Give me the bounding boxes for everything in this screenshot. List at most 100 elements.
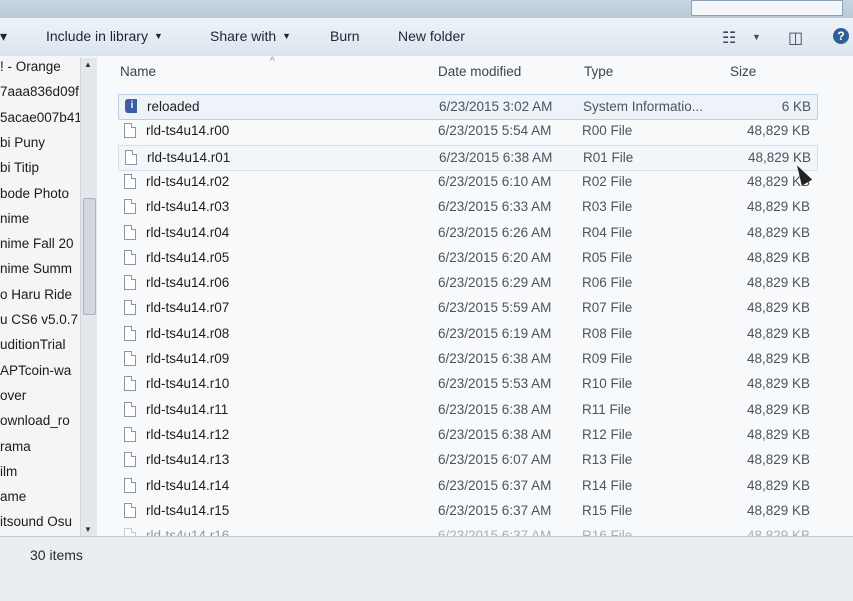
file-icon — [124, 426, 136, 442]
nav-expand-caret[interactable]: ▾ — [0, 28, 7, 45]
sidebar-item[interactable]: 7aaa836d09f — [0, 81, 79, 103]
file-name: rld-ts4u14.r16 — [146, 528, 230, 536]
file-type: R02 File — [582, 173, 633, 189]
sidebar-item[interactable]: ownload_ro — [0, 410, 70, 432]
sidebar-item[interactable]: bi Puny — [0, 132, 45, 154]
file-row[interactable]: rld-ts4u14.r02 6/23/2015 6:10 AM R02 File 4… — [118, 170, 816, 194]
sidebar-item[interactable]: 5acae007b41 — [0, 107, 82, 129]
file-row[interactable]: rld-ts4u14.r14 6/23/2015 6:37 AM R14 File 4… — [118, 474, 816, 498]
file-row[interactable]: rld-ts4u14.r07 6/23/2015 5:59 AM R07 File 4… — [118, 296, 816, 320]
sidebar-item[interactable]: ilm — [0, 461, 17, 483]
include-in-library-button[interactable]: Include in library ▼ — [46, 28, 163, 44]
file-icon — [124, 452, 136, 468]
file-date-modified: 6/23/2015 6:37 AM — [438, 502, 552, 518]
column-header-name[interactable]: Name — [120, 64, 156, 79]
scroll-thumb[interactable] — [83, 198, 96, 315]
file-icon — [124, 123, 136, 139]
sidebar-item[interactable]: u CS6 v5.0.7 — [0, 309, 78, 331]
file-name: rld-ts4u14.r15 — [146, 502, 230, 518]
file-name: rld-ts4u14.r04 — [146, 224, 230, 240]
file-size: 48,829 KB — [746, 325, 810, 341]
file-date-modified: 6/23/2015 6:19 AM — [438, 325, 552, 341]
file-date-modified: 6/23/2015 6:38 AM — [439, 149, 553, 165]
file-date-modified: 6/23/2015 6:38 AM — [438, 351, 552, 366]
file-row[interactable]: rld-ts4u14.r10 6/23/2015 5:53 AM R10 File 4… — [118, 372, 816, 396]
file-date-modified: 6/23/2015 3:02 AM — [439, 99, 553, 114]
file-type: R16 File — [582, 528, 633, 536]
file-size: 48,829 KB — [746, 224, 810, 240]
scroll-up-icon[interactable]: ▲ — [84, 60, 92, 69]
preview-pane-icon[interactable]: ◫ — [788, 28, 803, 48]
file-type: R06 File — [582, 275, 633, 291]
file-row[interactable]: rld-ts4u14.r03 6/23/2015 6:33 AM R03 File 4… — [118, 195, 816, 219]
title-bar — [0, 0, 853, 19]
file-date-modified: 6/23/2015 6:07 AM — [438, 452, 552, 468]
share-with-label: Share with — [210, 28, 277, 44]
file-row[interactable]: rld-ts4u14.r09 6/23/2015 6:38 AM R09 File 4… — [118, 347, 816, 371]
file-type: R11 File — [582, 401, 632, 417]
file-size: 48,829 KB — [746, 249, 810, 265]
sidebar-item[interactable]: o Haru Ride — [0, 284, 72, 306]
sidebar-item[interactable]: nime Summ — [0, 258, 72, 280]
sidebar-item[interactable]: itsound Osu — [0, 511, 72, 533]
sidebar-item[interactable]: uditionTrial — [0, 334, 66, 356]
sidebar-item[interactable]: APTcoin-wa — [0, 360, 71, 382]
file-row[interactable]: rld-ts4u14.r13 6/23/2015 6:07 AM R13 File 4… — [118, 448, 816, 472]
file-icon — [124, 300, 136, 316]
file-icon — [125, 149, 137, 165]
column-header-size[interactable]: Size — [730, 64, 756, 79]
file-icon — [124, 502, 136, 518]
file-row[interactable]: rld-ts4u14.r04 6/23/2015 6:26 AM R04 File 4… — [118, 221, 816, 245]
file-name: rld-ts4u14.r09 — [146, 351, 230, 366]
share-with-button[interactable]: Share with ▼ — [210, 28, 291, 44]
file-icon — [124, 401, 136, 417]
file-size: 48,829 KB — [746, 376, 810, 392]
file-size: 48,829 KB — [746, 300, 810, 316]
file-name: rld-ts4u14.r03 — [146, 199, 230, 215]
file-row[interactable]: rld-ts4u14.r12 6/23/2015 6:38 AM R12 File 4… — [118, 423, 816, 447]
file-date-modified: 6/23/2015 5:53 AM — [438, 376, 552, 392]
new-folder-button[interactable]: New folder — [398, 28, 465, 44]
file-type: R08 File — [582, 325, 633, 341]
file-row[interactable]: rld-ts4u14.r08 6/23/2015 6:19 AM R08 File 4… — [118, 322, 816, 346]
column-header-date[interactable]: Date modified — [438, 64, 521, 79]
help-icon[interactable]: ? — [833, 28, 849, 44]
file-row[interactable]: rld-ts4u14.r11 6/23/2015 6:38 AM R11 File 4… — [118, 398, 816, 422]
sidebar-item[interactable]: over — [0, 385, 26, 407]
file-row[interactable]: rld-ts4u14.r16 6/23/2015 6:37 AM R16 File 4… — [118, 524, 816, 536]
file-icon — [124, 173, 136, 189]
file-date-modified: 6/23/2015 5:54 AM — [438, 123, 552, 139]
file-row[interactable]: rld-ts4u14.r15 6/23/2015 6:37 AM R15 File 4… — [118, 499, 816, 523]
file-date-modified: 6/23/2015 6:37 AM — [438, 528, 552, 536]
file-date-modified: 6/23/2015 6:26 AM — [438, 224, 552, 240]
file-type: R07 File — [582, 300, 633, 316]
file-name: rld-ts4u14.r00 — [146, 123, 230, 139]
file-size: 48,829 KB — [746, 401, 810, 417]
sidebar-item[interactable]: bi Titip — [0, 157, 39, 179]
file-size: 48,829 KB — [746, 426, 810, 442]
file-row[interactable]: rld-ts4u14.r00 6/23/2015 5:54 AM R00 File 4… — [118, 119, 816, 143]
sidebar-item[interactable]: bode Photo — [0, 183, 69, 205]
file-row[interactable]: rld-ts4u14.r01 6/23/2015 6:38 AM R01 File 4… — [118, 144, 818, 171]
navigation-scrollbar[interactable]: ▲ ▼ — [80, 58, 97, 536]
chevron-down-icon[interactable]: ▼ — [752, 32, 761, 42]
sidebar-item[interactable]: ame — [0, 486, 26, 508]
column-header-type[interactable]: Type — [584, 64, 613, 79]
sidebar-item[interactable]: nime Fall 20 — [0, 233, 74, 255]
scroll-down-icon[interactable]: ▼ — [84, 525, 92, 534]
file-row[interactable]: rld-ts4u14.r05 6/23/2015 6:20 AM R05 File 4… — [118, 246, 816, 270]
file-type: R05 File — [582, 249, 633, 265]
file-type: R04 File — [582, 224, 633, 240]
search-box[interactable] — [691, 0, 843, 16]
sidebar-item[interactable]: rama — [0, 436, 31, 458]
file-type: R15 File — [582, 502, 633, 518]
view-options-icon[interactable]: ☷ — [722, 28, 736, 48]
file-date-modified: 6/23/2015 6:29 AM — [438, 275, 552, 291]
sidebar-item[interactable]: ! - Orange — [0, 56, 61, 78]
file-row[interactable]: rld-ts4u14.r06 6/23/2015 6:29 AM R06 File 4… — [118, 271, 816, 295]
burn-button[interactable]: Burn — [330, 28, 360, 44]
sidebar-item[interactable]: nime — [0, 208, 29, 230]
file-type: System Informatio... — [583, 99, 704, 114]
command-toolbar: ▾ Include in library ▼ Share with ▼ Burn N… — [0, 18, 853, 57]
file-row[interactable]: i reloaded 6/23/2015 3:02 AM System Informa… — [118, 94, 818, 120]
